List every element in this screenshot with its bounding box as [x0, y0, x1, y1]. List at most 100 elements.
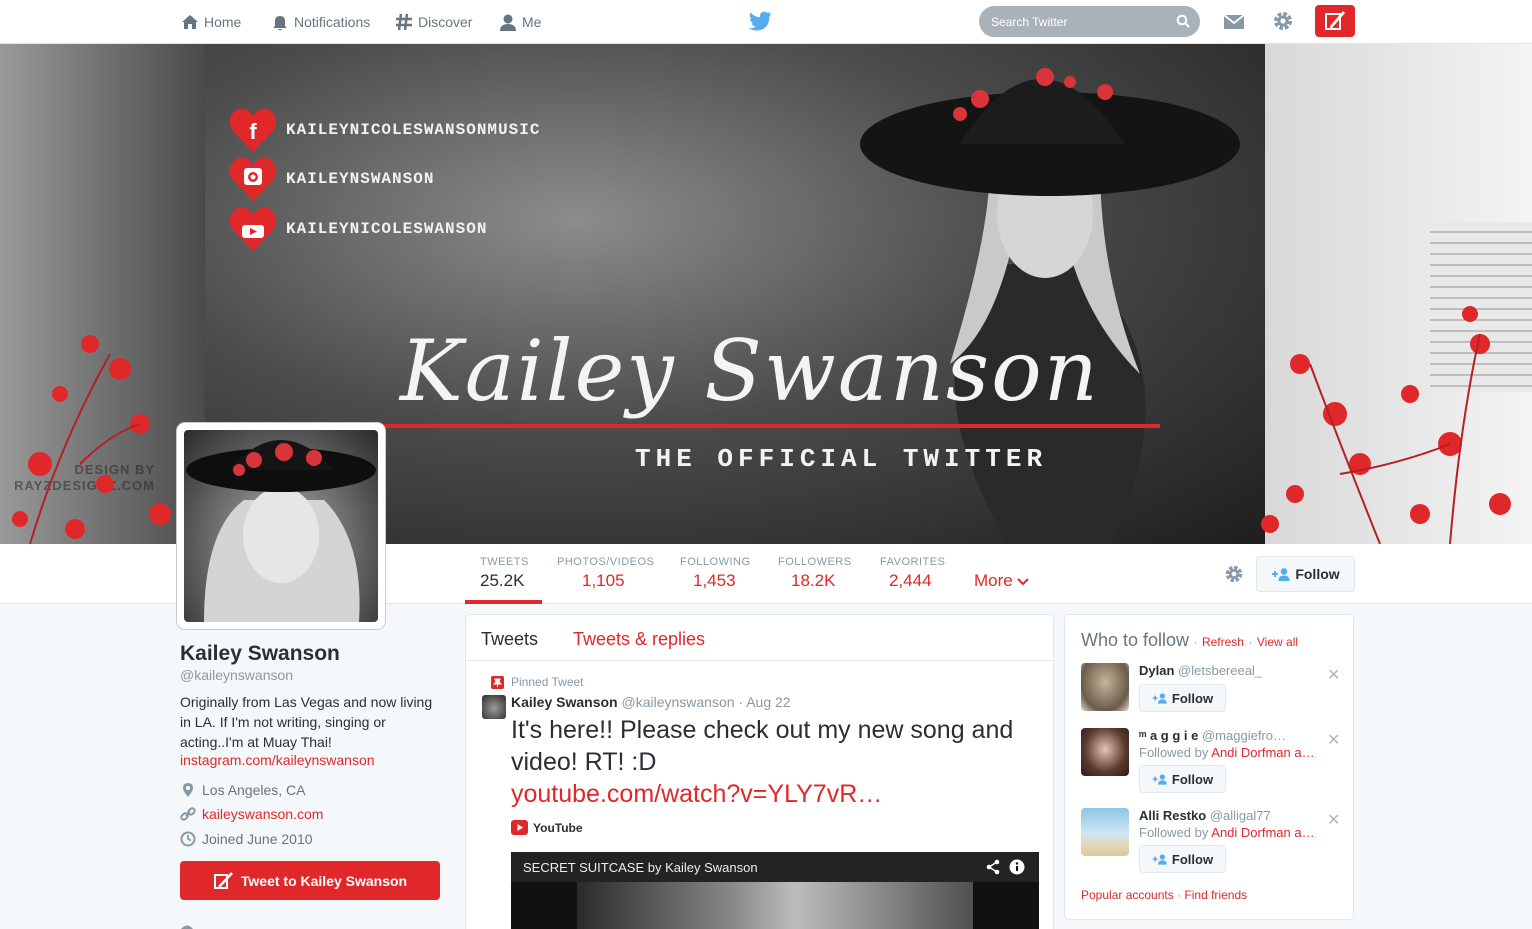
tweet-to-label: Tweet to Kailey Swanson — [240, 872, 408, 889]
suggestion-name[interactable]: Alli Restko @alligal77 — [1139, 808, 1271, 823]
more-menu[interactable]: More — [974, 571, 1030, 591]
suggestion-name[interactable]: ᵐ a g g i e @maggiefro… — [1139, 728, 1286, 743]
search-input[interactable] — [991, 14, 1161, 29]
stat-following[interactable]: FOLLOWING 1,453 — [680, 556, 751, 591]
nav-me[interactable]: Me — [498, 11, 541, 33]
header-separator: · — [1248, 635, 1253, 649]
suggestion-avatar[interactable] — [1081, 808, 1129, 856]
avatar-photo — [184, 430, 378, 622]
tab-tweets[interactable]: Tweets — [481, 629, 538, 650]
suggestion-display-name: Dylan — [1139, 663, 1175, 678]
footer-separator: · — [1177, 888, 1182, 902]
settings-gear-icon[interactable] — [1271, 9, 1295, 33]
profile-name: Kailey Swanson — [180, 642, 340, 665]
partial-icon — [181, 925, 193, 929]
tab-tweets-and-replies[interactable]: Tweets & replies — [573, 629, 705, 650]
tweet-link[interactable]: youtube.com/watch?v=YLY7vR… — [511, 778, 1031, 810]
follow-button[interactable]: Follow — [1256, 556, 1355, 592]
twitter-bird-icon[interactable] — [748, 10, 772, 32]
stat-value: 18.2K — [791, 571, 836, 590]
stat-value: 1,105 — [582, 571, 625, 590]
stat-label: FOLLOWERS — [778, 556, 852, 568]
who-to-follow-card: Who to follow · Refresh · View all Dylan… — [1064, 614, 1354, 920]
suggestion-display-name: ᵐ a g g i e — [1139, 728, 1199, 743]
nav-notifications[interactable]: Notifications — [270, 11, 370, 33]
who-to-follow-footer: Popular accounts · Find friends — [1081, 888, 1247, 902]
compose-tweet-button[interactable] — [1315, 5, 1355, 37]
stat-value: 2,444 — [889, 571, 932, 590]
youtube-icon — [511, 820, 528, 835]
profile-bio-link[interactable]: instagram.com/kaileynswanson — [180, 752, 375, 768]
suggestion-handle: @letsbereeal_ — [1178, 663, 1263, 678]
tweet-text: It's here!! Please check out my new song… — [511, 716, 1014, 776]
profile-handle[interactable]: @kaileynswanson — [180, 667, 293, 683]
stat-tweets[interactable]: TWEETS 25.2K — [480, 556, 529, 591]
stat-label: FOLLOWING — [680, 556, 751, 568]
follow-user-icon — [1152, 854, 1167, 865]
embedded-video-player[interactable]: SECRET SUITCASE by Kailey Swanson — [511, 852, 1039, 929]
suggestion-name[interactable]: Dylan @letsbereeal_ — [1139, 663, 1262, 678]
suggestion-display-name: Alli Restko — [1139, 808, 1207, 823]
nav-home[interactable]: Home — [180, 11, 241, 33]
compose-quill-icon — [1325, 11, 1346, 30]
nav-me-label: Me — [522, 14, 542, 30]
tweet-body: It's here!! Please check out my new song… — [511, 714, 1031, 810]
tweet-date[interactable]: Aug 22 — [746, 694, 790, 710]
info-icon[interactable] — [1009, 859, 1025, 875]
search-box[interactable] — [979, 6, 1200, 37]
location-pin-icon — [183, 783, 193, 797]
profile-location-text: Los Angeles, CA — [202, 782, 306, 798]
share-icon[interactable] — [985, 859, 1001, 875]
profile-website-link[interactable]: kaileyswanson.com — [202, 806, 323, 822]
follow-label: Follow — [1171, 771, 1214, 787]
profile-avatar[interactable] — [177, 423, 385, 629]
tweet-author-avatar[interactable] — [482, 695, 506, 719]
pinned-tweet-label: Pinned Tweet — [491, 675, 584, 689]
timeline-card: Tweets Tweets & replies Pinned Tweet Kai… — [465, 614, 1054, 929]
followed-by-label: Followed by — [1139, 745, 1209, 760]
followed-by-name[interactable]: Andi Dorfman a… — [1211, 745, 1314, 760]
followed-by-text: Followed by Andi Dorfman a… — [1139, 825, 1315, 840]
nav-discover[interactable]: Discover — [394, 11, 472, 33]
video-thumbnail — [577, 882, 973, 929]
nav-discover-label: Discover — [418, 14, 473, 30]
profile-website[interactable]: kaileyswanson.com — [180, 806, 323, 822]
messages-icon[interactable] — [1222, 11, 1246, 33]
tweet-media-source[interactable]: YouTube — [511, 820, 583, 835]
dismiss-icon[interactable]: ✕ — [1327, 730, 1340, 750]
dismiss-icon[interactable]: ✕ — [1327, 665, 1340, 685]
suggestion-avatar[interactable] — [1081, 728, 1129, 776]
stat-photos-videos[interactable]: PHOTOS/VIDEOS 1,105 — [557, 556, 654, 591]
who-to-follow-title: Who to follow — [1081, 630, 1190, 650]
dismiss-icon[interactable]: ✕ — [1327, 810, 1340, 830]
tweet-author-name[interactable]: Kailey Swanson — [511, 694, 618, 710]
view-all-link[interactable]: View all — [1257, 635, 1298, 649]
bell-icon — [273, 16, 287, 31]
find-friends-link[interactable]: Find friends — [1184, 888, 1247, 902]
popular-accounts-link[interactable]: Popular accounts — [1081, 888, 1174, 902]
followed-by-name[interactable]: Andi Dorfman a… — [1211, 825, 1314, 840]
who-to-follow-header: Who to follow · Refresh · View all — [1081, 630, 1298, 651]
hashtag-icon — [396, 13, 412, 31]
suggestion-follow-button[interactable]: Follow — [1139, 684, 1226, 712]
profile-settings-gear-icon[interactable] — [1223, 563, 1245, 585]
profile-joined: Joined June 2010 — [180, 831, 313, 847]
stat-followers[interactable]: FOLLOWERS 18.2K — [778, 556, 852, 591]
compose-quill-icon — [213, 871, 233, 889]
suggestion-handle: @alligal77 — [1209, 808, 1271, 823]
search-icon[interactable] — [1176, 14, 1190, 28]
tweet-author-handle[interactable]: @kaileynswanson — [621, 694, 734, 710]
stat-value: 25.2K — [480, 571, 525, 590]
pin-icon — [491, 675, 504, 689]
follow-user-icon — [1272, 568, 1290, 581]
tweet-to-button[interactable]: Tweet to Kailey Swanson — [180, 861, 440, 900]
suggestion-follow-button[interactable]: Follow — [1139, 765, 1226, 793]
suggestion-avatar[interactable] — [1081, 663, 1129, 711]
refresh-link[interactable]: Refresh — [1202, 635, 1244, 649]
video-title[interactable]: SECRET SUITCASE by Kailey Swanson — [523, 860, 758, 875]
stat-label: TWEETS — [480, 556, 529, 568]
follow-label: Follow — [1171, 851, 1214, 867]
suggestion-follow-button[interactable]: Follow — [1139, 845, 1226, 873]
profile-joined-text: Joined June 2010 — [202, 831, 313, 847]
stat-favorites[interactable]: FAVORITES 2,444 — [880, 556, 945, 591]
